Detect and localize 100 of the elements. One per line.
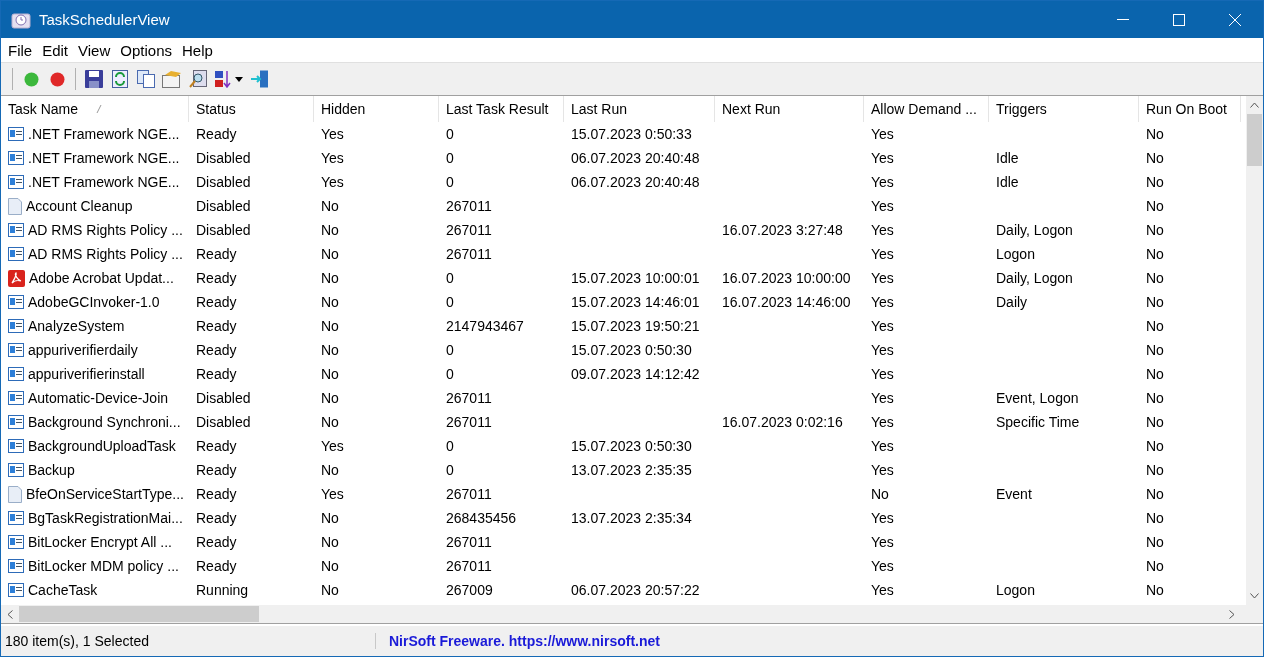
table-cell: Account Cleanup (26, 198, 133, 214)
website-link[interactable]: NirSoft Freeware. https://www.nirsoft.net (389, 633, 660, 649)
scrollbar-thumb[interactable] (19, 606, 259, 622)
table-cell: No (321, 198, 339, 214)
table-cell: Backup (28, 462, 75, 478)
menu-item[interactable]: Help (177, 41, 218, 59)
table-cell: No (1146, 318, 1164, 334)
table-cell: BgTaskRegistrationMai... (28, 510, 183, 526)
table-cell: Ready (196, 318, 237, 334)
table-cell: Yes (871, 198, 894, 214)
table-cell: Yes (871, 438, 894, 454)
table-cell: Yes (871, 582, 894, 598)
menu-item[interactable]: View (73, 41, 116, 59)
table-cell: No (321, 318, 339, 334)
table-cell: 267011 (446, 486, 492, 502)
table-cell: Yes (871, 390, 894, 406)
table-cell: No (321, 462, 339, 478)
table-cell: Yes (871, 462, 894, 478)
table-cell: 15.07.2023 0:50:30 (571, 342, 692, 358)
table-cell: 0 (446, 294, 454, 310)
table-cell: Idle (996, 174, 1019, 190)
table-cell: No (1146, 366, 1164, 382)
scrollbar-thumb[interactable] (1247, 114, 1262, 166)
table-cell: BackgroundUploadTask (28, 438, 176, 454)
window-icon (8, 511, 24, 525)
table-cell: 0 (446, 150, 454, 166)
table-cell: Yes (871, 534, 894, 550)
table-cell: 0 (446, 462, 454, 478)
table-cell: No (1146, 150, 1164, 166)
table-cell: Yes (871, 342, 894, 358)
refresh-icon (112, 70, 128, 88)
table-cell: Yes (871, 510, 894, 526)
table-cell: Yes (321, 438, 344, 454)
table-cell: 16.07.2023 14:46:00 (722, 294, 851, 310)
window-icon (8, 391, 24, 405)
table-cell: Ready (196, 246, 237, 262)
table-cell: No (321, 534, 339, 550)
table-cell: Ready (196, 126, 237, 142)
table-cell: No (1146, 270, 1164, 286)
table-cell: Yes (321, 486, 344, 502)
copy-button[interactable] (135, 68, 157, 90)
table-cell: Disabled (196, 390, 251, 406)
table-cell: Yes (321, 150, 344, 166)
minimize-icon (1117, 18, 1129, 21)
table-cell: No (321, 246, 339, 262)
window-icon (8, 175, 24, 189)
table-cell: Yes (871, 414, 894, 430)
table-cell: Background Synchroni... (28, 414, 181, 430)
table-cell: 09.07.2023 14:12:42 (571, 366, 700, 382)
table-cell: No (1146, 558, 1164, 574)
table-cell: No (321, 390, 339, 406)
table-cell: Ready (196, 366, 237, 382)
table-cell: 267009 (446, 582, 493, 598)
exit-button[interactable] (249, 68, 271, 90)
table-cell: Specific Time (996, 414, 1080, 430)
properties-button[interactable] (161, 68, 183, 90)
table-cell: appuriverifierdaily (28, 342, 138, 358)
table-cell: Disabled (196, 150, 251, 166)
table-cell: Yes (871, 174, 894, 190)
table-cell: No (1146, 510, 1164, 526)
table-cell: No (1146, 582, 1164, 598)
table-cell: Yes (871, 294, 894, 310)
document-icon (162, 70, 182, 88)
table-cell: Daily (996, 294, 1028, 310)
table-cell: No (1146, 246, 1164, 262)
table-cell: 13.07.2023 2:35:35 (571, 462, 692, 478)
find-button[interactable] (187, 68, 209, 90)
table-cell: Event, Logon (996, 390, 1079, 406)
window-icon (8, 151, 24, 165)
table-cell: .NET Framework NGE... (28, 174, 180, 190)
magnifier-icon (189, 70, 207, 88)
table-cell: 0 (446, 270, 454, 286)
table-cell: Yes (871, 222, 894, 238)
sort-button[interactable] (213, 68, 245, 90)
table-cell: Yes (321, 174, 344, 190)
table-cell: No (321, 222, 339, 238)
menu-item[interactable]: Options (115, 41, 177, 59)
table-cell: 16.07.2023 3:27:48 (722, 222, 843, 238)
table-cell: Daily, Logon (996, 222, 1073, 238)
maximize-icon (1173, 13, 1185, 26)
table-cell: 0 (446, 126, 454, 142)
table-cell: AD RMS Rights Policy ... (28, 222, 183, 238)
window-icon (8, 223, 24, 237)
table-cell: Yes (871, 558, 894, 574)
table-cell: No (1146, 486, 1164, 502)
vertical-scrollbar[interactable] (1246, 96, 1263, 605)
table-cell: 267011 (446, 534, 492, 550)
table-cell: Logon (996, 582, 1035, 598)
menu-item[interactable]: File (3, 41, 38, 59)
table-cell: .NET Framework NGE... (28, 150, 180, 166)
table-cell: No (321, 558, 339, 574)
table-cell: No (321, 510, 339, 526)
table-cell: 267011 (446, 246, 492, 262)
horizontal-scrollbar[interactable] (1, 605, 1263, 624)
menu-item[interactable]: Edit (37, 41, 74, 59)
table-cell: AD RMS Rights Policy ... (28, 246, 183, 262)
table-cell: No (1146, 222, 1164, 238)
table-cell: Yes (871, 150, 894, 166)
refresh-button[interactable] (109, 68, 131, 90)
save-button[interactable] (83, 68, 105, 90)
